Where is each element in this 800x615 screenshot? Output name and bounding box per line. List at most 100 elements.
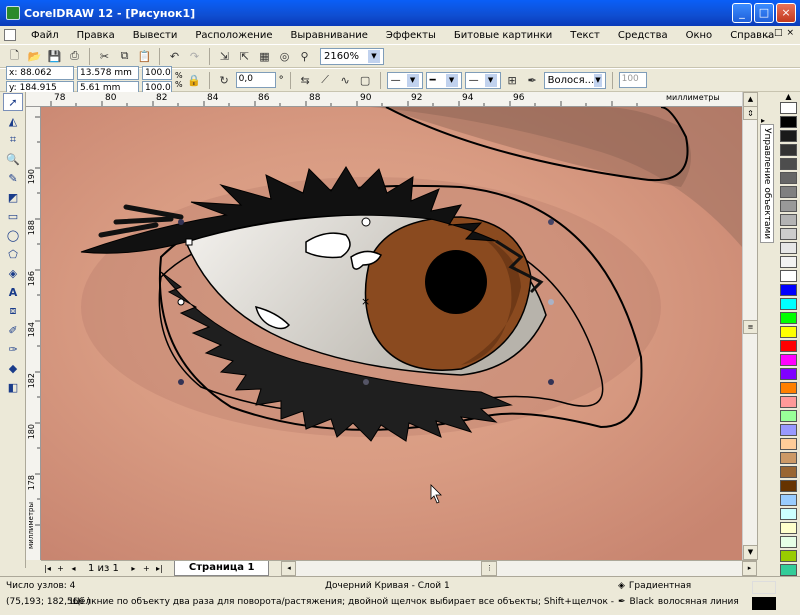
menu-edit[interactable]: Правка [68, 30, 124, 41]
scroll-thumb[interactable]: ≡ [743, 320, 758, 334]
last-page-icon[interactable]: ▸| [153, 564, 166, 573]
chevron-down-icon[interactable]: ▼ [368, 49, 380, 63]
node-tool-icon[interactable]: ⟋ [317, 72, 334, 89]
fill-tool-icon[interactable]: ◆ [3, 359, 23, 377]
text-tool-icon[interactable]: A [3, 283, 23, 301]
page-tab-1[interactable]: Страница 1 [173, 561, 270, 576]
mdi-minimize-icon[interactable]: _ [765, 28, 770, 38]
docker-tab-label[interactable]: Управление объектами [760, 124, 774, 244]
color-swatch[interactable] [780, 564, 797, 576]
color-swatch[interactable] [780, 102, 797, 114]
color-swatch[interactable] [780, 340, 797, 352]
app-launcher-icon[interactable]: ▦ [256, 48, 273, 65]
cut-icon[interactable]: ✂ [96, 48, 113, 65]
scroll-up-button[interactable]: ▲ [743, 92, 758, 107]
close-button[interactable]: × [776, 3, 796, 23]
outline-tool-icon[interactable]: ✑ [3, 340, 23, 358]
color-swatch[interactable] [780, 452, 797, 464]
vertical-scrollbar[interactable]: ▲ ⇕ ≡ ▼ [742, 92, 758, 560]
menu-bitmaps[interactable]: Битовые картинки [445, 30, 561, 41]
zoom-tool-icon[interactable]: 🔍 [3, 150, 23, 168]
color-swatch[interactable] [780, 200, 797, 212]
color-swatch[interactable] [780, 480, 797, 492]
color-swatch[interactable] [780, 382, 797, 394]
smoothness-field[interactable]: 100 [618, 72, 647, 88]
color-swatch[interactable] [780, 298, 797, 310]
color-swatch[interactable] [780, 144, 797, 156]
shape-tool-icon[interactable]: ◭ [3, 112, 23, 130]
fill-swatch[interactable] [752, 581, 776, 594]
corel-online-icon[interactable]: ◎ [276, 48, 293, 65]
color-swatch[interactable] [780, 438, 797, 450]
import-icon[interactable]: ⇲ [216, 48, 233, 65]
horizontal-scrollbar[interactable]: ◂ ⋮ ▸ [281, 561, 757, 576]
color-swatch[interactable] [780, 326, 797, 338]
curve-icon[interactable]: ∿ [337, 72, 354, 89]
rectangle-tool-icon[interactable]: ▭ [3, 207, 23, 225]
scroll-right-button[interactable]: ▸ [742, 561, 757, 576]
chevron-down-icon[interactable]: ▼ [484, 73, 497, 87]
prev-page-icon[interactable]: ◂ [67, 564, 80, 573]
color-swatch[interactable] [780, 466, 797, 478]
chevron-down-icon[interactable]: ▼ [594, 73, 602, 87]
add-page-before-icon[interactable]: + [54, 564, 67, 573]
chevron-down-icon[interactable]: ▼ [406, 73, 419, 87]
menu-tools[interactable]: Средства [609, 30, 677, 41]
object-manager-docker[interactable]: ▸ Управление объектами [757, 92, 776, 560]
x-position-field[interactable]: x: 88.062 mm [6, 65, 74, 90]
redo-icon[interactable]: ↷ [186, 48, 203, 65]
color-swatch[interactable] [780, 228, 797, 240]
smart-fill-tool-icon[interactable]: ◩ [3, 188, 23, 206]
menu-window[interactable]: Окно [677, 30, 722, 41]
outline-swatch[interactable] [752, 597, 776, 610]
rotation-field[interactable]: 0,0 [235, 72, 276, 88]
end-arrow-combo[interactable]: — ▼ [464, 71, 501, 89]
menu-arrange[interactable]: Выравнивание [282, 30, 377, 41]
undo-icon[interactable]: ↶ [166, 48, 183, 65]
rotate-icon[interactable]: ↻ [216, 72, 233, 89]
document-icon[interactable] [4, 29, 16, 41]
interactive-fill-tool-icon[interactable]: ◧ [3, 378, 23, 396]
pick-tool-icon[interactable]: ➚ [3, 93, 23, 111]
horizontal-ruler[interactable]: 78 80 82 84 86 88 90 92 94 96 миллиметры [26, 92, 742, 107]
menu-effects[interactable]: Эффекты [377, 30, 445, 41]
menu-file[interactable]: Файл [22, 30, 68, 41]
new-icon[interactable]: 🗋 [6, 48, 23, 65]
color-swatch[interactable] [780, 508, 797, 520]
zoom-levels-icon[interactable]: ⚲ [296, 48, 313, 65]
color-swatch[interactable] [780, 284, 797, 296]
menu-text[interactable]: Текст [561, 30, 609, 41]
scale-x-field[interactable]: 100.0 [142, 65, 172, 80]
lock-ratio-icon[interactable]: 🔒 [186, 72, 203, 89]
color-swatch[interactable] [780, 368, 797, 380]
ellipse-tool-icon[interactable]: ◯ [3, 226, 23, 244]
vertical-ruler[interactable]: 190 188 186 184 182 180 178 миллиметры [26, 107, 41, 560]
color-swatch[interactable] [780, 270, 797, 282]
chevron-down-icon[interactable]: ▼ [445, 73, 458, 87]
scroll-down-button[interactable]: ▼ [743, 545, 758, 560]
color-swatch[interactable] [780, 396, 797, 408]
fill-bucket-icon[interactable]: ◈ [618, 581, 625, 591]
print-icon[interactable]: ⎙ [66, 48, 83, 65]
mdi-restore-icon[interactable]: □ [774, 28, 783, 38]
add-page-after-icon[interactable]: + [140, 564, 153, 573]
copy-icon[interactable]: ⧉ [116, 48, 133, 65]
width-field[interactable]: 13.578 mm [77, 65, 139, 80]
zoom-combo[interactable]: 2160% ▼ [320, 47, 384, 65]
outline-pen-icon[interactable]: ✒ [618, 597, 626, 607]
next-page-icon[interactable]: ▸ [127, 564, 140, 573]
drawing-canvas[interactable]: × [41, 107, 742, 560]
scroll-thumb-h[interactable]: ⋮ [481, 561, 498, 576]
open-icon[interactable]: 📂 [26, 48, 43, 65]
color-swatch[interactable] [780, 536, 797, 548]
interactive-blend-tool-icon[interactable]: ⧈ [3, 302, 23, 320]
menu-layout[interactable]: Расположение [186, 30, 281, 41]
menu-view[interactable]: Вывести [124, 30, 187, 41]
export-icon[interactable]: ⇱ [236, 48, 253, 65]
color-swatch[interactable] [780, 354, 797, 366]
scroll-left-button[interactable]: ◂ [281, 561, 297, 576]
color-swatch[interactable] [780, 494, 797, 506]
save-icon[interactable]: 💾 [46, 48, 63, 65]
eyedropper-tool-icon[interactable]: ✐ [3, 321, 23, 339]
minimize-button[interactable]: _ [732, 3, 752, 23]
